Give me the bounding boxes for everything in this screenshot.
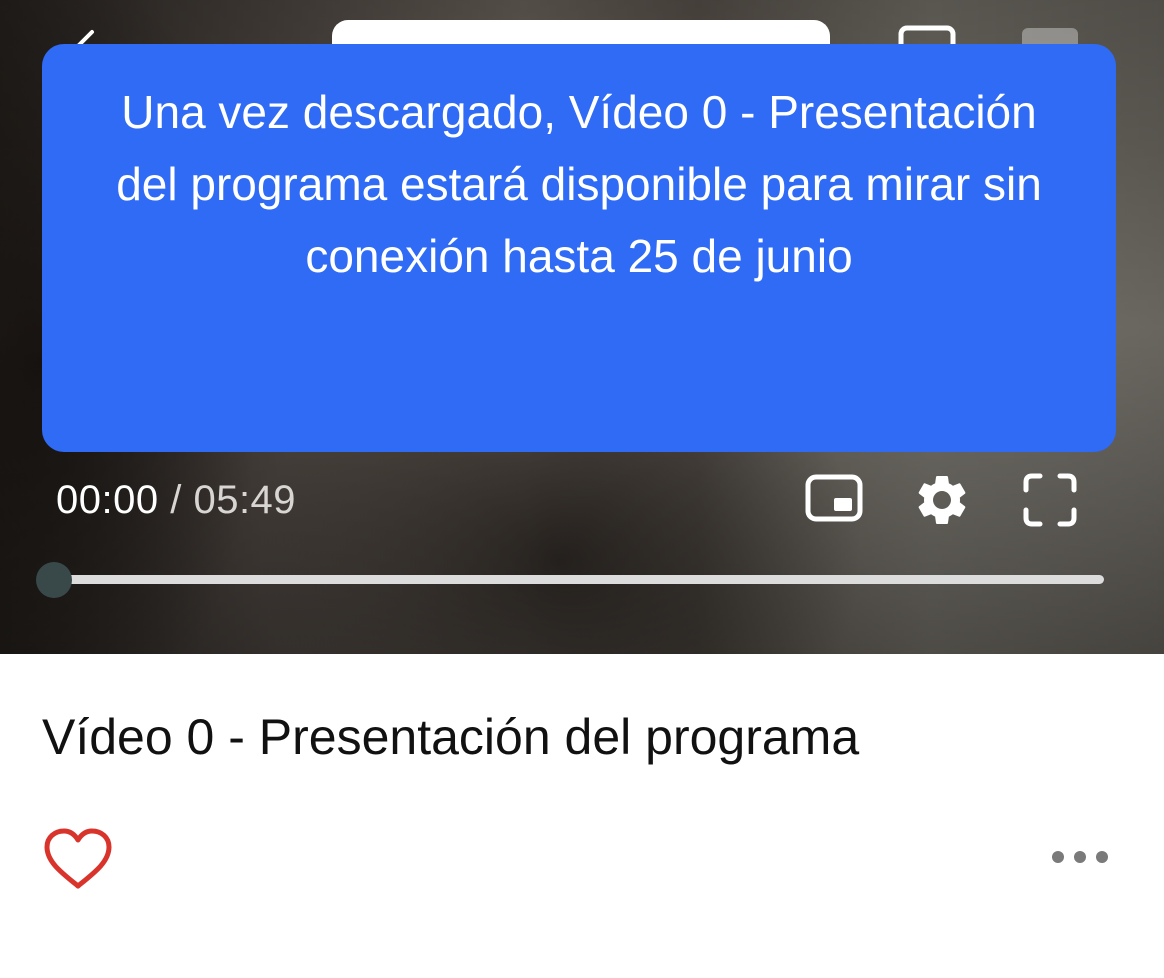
fullscreen-icon[interactable]: [1022, 472, 1078, 528]
toast-message: Una vez descargado, Vídeo 0 - Presentaci…: [116, 86, 1042, 282]
picture-in-picture-icon[interactable]: [804, 472, 864, 526]
video-title: Vídeo 0 - Presentación del programa: [42, 709, 860, 765]
time-separator: /: [158, 478, 194, 522]
progress-bar[interactable]: [54, 575, 1104, 584]
more-horizontal-icon[interactable]: [1048, 846, 1112, 868]
playback-time: 00:00 / 05:49: [56, 478, 296, 523]
current-time: 00:00: [56, 478, 159, 522]
progress-thumb[interactable]: [36, 562, 72, 598]
download-toast: Una vez descargado, Vídeo 0 - Presentaci…: [42, 44, 1116, 452]
video-player[interactable]: 00:00 / 05:49 Una vez descargado, Vídeo …: [0, 0, 1164, 654]
heart-icon[interactable]: [42, 826, 114, 892]
duration: 05:49: [193, 478, 297, 522]
gear-icon[interactable]: [912, 470, 972, 530]
